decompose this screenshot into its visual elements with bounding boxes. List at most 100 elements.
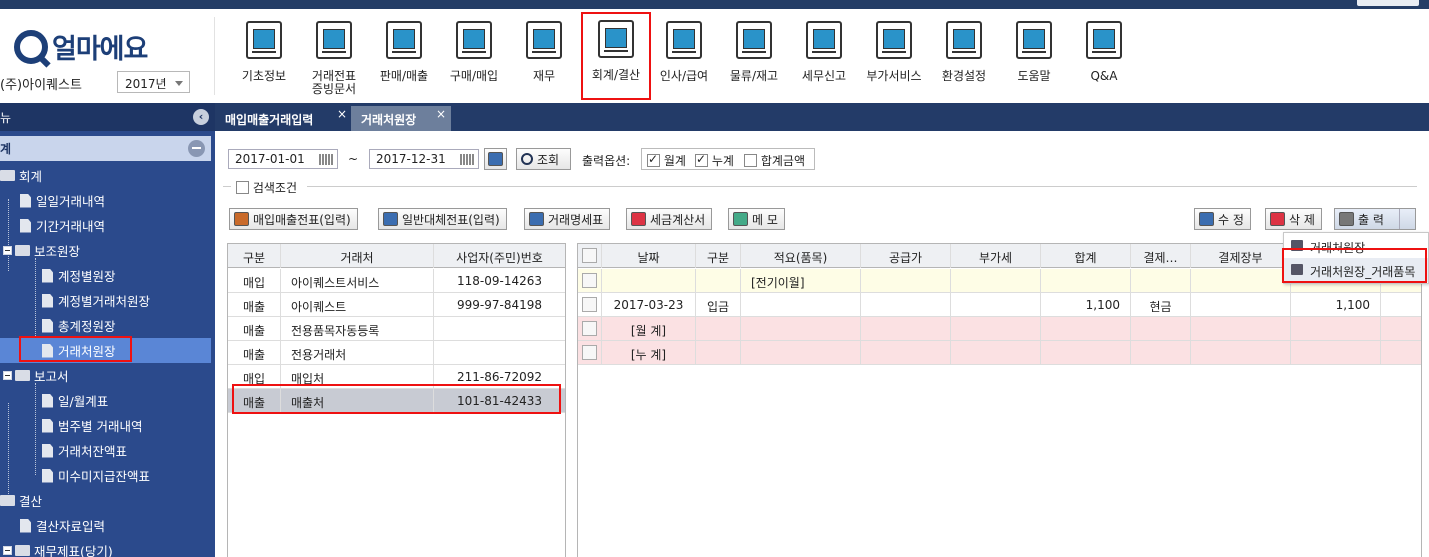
cell-payment [1131, 341, 1191, 365]
table-row[interactable]: 매입 아이퀘스트서비스 118-09-14263 [228, 269, 565, 293]
memo-button[interactable]: 메 모 [728, 208, 785, 230]
row-checkbox[interactable] [578, 293, 602, 317]
opt-monthly[interactable]: 월계 [647, 152, 686, 169]
search-condition-toggle[interactable]: 검색조건 [236, 179, 297, 196]
row-checkbox[interactable] [578, 341, 602, 365]
row-checkbox[interactable] [578, 269, 602, 293]
table-row-cumulative-total[interactable]: [누 계] [578, 341, 1421, 365]
tab-sales-purchase-entry[interactable]: 매입매출거래입력 × [215, 106, 350, 131]
grid-header: 구분 거래처 사업자(주민)번호 [228, 244, 565, 268]
general-transfer-voucher-button[interactable]: 일반대체전표(입력) [378, 208, 507, 230]
column-header[interactable]: 날짜 [602, 244, 696, 268]
tree-item-daily-monthly[interactable]: 일/월계표 [42, 388, 108, 413]
menu-addon-service[interactable]: 부가서비스 [859, 13, 929, 99]
menu-hr-payroll[interactable]: 인사/급여 [649, 13, 719, 99]
collapse-box-icon[interactable] [3, 371, 12, 380]
menu-basic-info[interactable]: 기초정보 [229, 13, 299, 99]
tree-folder-accounting[interactable]: 회계 [0, 163, 42, 188]
menu-voucher[interactable]: 거래전표 증빙문서 [299, 13, 369, 99]
checkbox-icon[interactable] [582, 297, 597, 312]
collapse-sidebar-icon[interactable]: ‹ [193, 109, 209, 125]
column-header[interactable]: 결제… [1131, 244, 1191, 268]
select-all-cell[interactable] [578, 244, 602, 268]
checkbox-icon[interactable] [744, 154, 757, 167]
purchase-sales-voucher-button[interactable]: 매입매출전표(입력) [229, 208, 358, 230]
transaction-statement-button[interactable]: 거래명세표 [524, 208, 611, 230]
table-row[interactable]: 매출 전용품목자동등록 [228, 317, 565, 341]
tree-item-account-ledger[interactable]: 계정별원장 [42, 263, 116, 288]
column-header[interactable]: 사업자(주민)번호 [434, 244, 565, 268]
window-control[interactable] [1357, 0, 1419, 6]
tree-item-category-transactions[interactable]: 범주별 거래내역 [42, 413, 142, 438]
checkbox-checked-icon[interactable] [647, 152, 660, 167]
checkbox-icon[interactable] [582, 248, 597, 263]
checkbox-icon[interactable] [582, 321, 597, 336]
tree-item-account-client-ledger[interactable]: 계정별거래처원장 [42, 288, 150, 313]
column-header[interactable]: 적요(품목) [741, 244, 861, 268]
column-header[interactable]: 구분 [696, 244, 741, 268]
table-row[interactable]: 2017-03-23 입금 1,100 현금 1,100 [578, 293, 1421, 317]
collapse-box-icon[interactable] [3, 546, 12, 555]
opt-cumulative[interactable]: 누계 [695, 152, 734, 169]
column-header[interactable]: 결제장부 [1191, 244, 1291, 268]
menu-tax[interactable]: 세무신고 [789, 13, 859, 99]
checkbox-checked-icon[interactable] [695, 152, 708, 167]
document-icon [42, 468, 53, 483]
menu-qa[interactable]: Q&A [1069, 13, 1139, 99]
close-icon[interactable]: × [337, 107, 347, 121]
tree-item-general-ledger[interactable]: 총계정원장 [42, 313, 116, 338]
menu-accounting[interactable]: 회계/결산 [581, 12, 651, 100]
menu-settings[interactable]: 환경설정 [929, 13, 999, 99]
tree-folder-closing[interactable]: 결산 [0, 488, 42, 513]
column-header[interactable]: 부가세 [951, 244, 1041, 268]
sidebar-category[interactable]: 계 [0, 136, 211, 161]
chevron-down-icon [175, 81, 183, 86]
menu-finance[interactable]: 재무 [509, 13, 579, 99]
print-button[interactable]: 출 력 [1334, 208, 1416, 230]
tree-item-closing-input[interactable]: 결산자료입력 [20, 513, 105, 538]
tree-folder-reports[interactable]: 보고서 [3, 363, 69, 388]
menu-label: 회계/결산 [591, 68, 641, 82]
menu-label: 세무신고 [801, 69, 847, 83]
tax-invoice-button[interactable]: 세금계산서 [626, 208, 713, 230]
calendar-icon[interactable] [319, 154, 333, 165]
checkbox-icon[interactable] [582, 273, 597, 288]
date-from-field[interactable]: 2017-01-01 [228, 149, 338, 169]
search-button[interactable]: 조회 [516, 148, 571, 170]
opt-monthly-label: 월계 [663, 154, 686, 168]
column-header[interactable]: 거래처 [281, 244, 434, 268]
menu-logistics[interactable]: 물류/재고 [719, 13, 789, 99]
tree-folder-subledger[interactable]: 보조원장 [3, 238, 80, 263]
menu-sales[interactable]: 판매/매출 [369, 13, 439, 99]
tab-client-ledger[interactable]: 거래처원장 × [351, 106, 451, 131]
cell-balance [1291, 341, 1381, 365]
date-to-field[interactable]: 2017-12-31 [369, 149, 479, 169]
checkbox-icon[interactable] [236, 181, 249, 194]
delete-button[interactable]: 삭 제 [1265, 208, 1322, 230]
checkbox-icon[interactable] [582, 345, 597, 360]
table-row[interactable]: 매출 전용거래처 [228, 341, 565, 365]
close-icon[interactable]: × [436, 107, 446, 121]
collapse-box-icon[interactable] [3, 246, 12, 255]
tree-item-client-balance[interactable]: 거래처잔액표 [42, 438, 127, 463]
column-header[interactable]: 합계 [1041, 244, 1131, 268]
column-header[interactable]: 구분 [228, 244, 281, 268]
opt-total[interactable]: 합계금액 [744, 152, 805, 169]
tree-item-period[interactable]: 기간거래내역 [20, 213, 105, 238]
year-select[interactable]: 2017년 [117, 71, 190, 93]
cell-business-no: 118-09-14263 [456, 274, 542, 288]
tree-item-daily[interactable]: 일일거래내역 [20, 188, 105, 213]
table-row[interactable]: 매출 아이퀘스트 999-97-84198 [228, 293, 565, 317]
collapse-icon[interactable] [188, 140, 205, 157]
calendar-button[interactable] [484, 148, 507, 170]
edit-button[interactable]: 수 정 [1194, 208, 1251, 230]
row-checkbox[interactable] [578, 317, 602, 341]
tree-item-receivable-payable[interactable]: 미수미지급잔액표 [42, 463, 150, 488]
table-row-monthly-total[interactable]: [월 계] [578, 317, 1421, 341]
calendar-icon[interactable] [460, 154, 474, 165]
menu-help[interactable]: 도움말 [999, 13, 1069, 99]
menu-purchase[interactable]: 구매/매입 [439, 13, 509, 99]
tree-folder-financial-statements[interactable]: 재무제표(당기) [3, 538, 113, 557]
column-header[interactable]: 공급가 [861, 244, 951, 268]
chevron-down-icon[interactable] [1399, 209, 1415, 229]
